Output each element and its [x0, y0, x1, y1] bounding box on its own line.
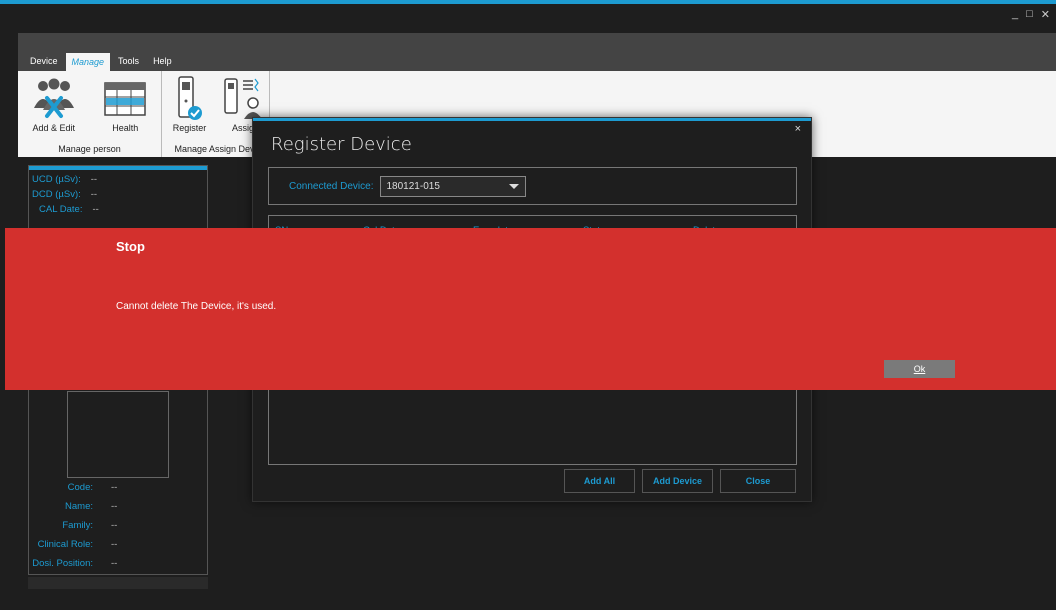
tab-manage[interactable]: Manage: [65, 53, 111, 71]
maximize-button[interactable]: □: [1026, 8, 1033, 21]
detail-value: --: [111, 520, 118, 531]
connected-device-box: Connected Device: 180121-015: [268, 167, 797, 205]
person-details: Code: -- Name: -- Family: -- Clinical Ro…: [29, 478, 207, 573]
add-device-button[interactable]: Add Device: [642, 469, 713, 493]
info-value: --: [92, 204, 99, 215]
ok-label: Ok: [913, 364, 926, 374]
assign-label: Assig: [231, 123, 254, 133]
add-edit-button[interactable]: Add & Edit: [18, 71, 90, 144]
alert-title: Stop: [116, 239, 145, 254]
dialog-close-icon[interactable]: ×: [795, 123, 801, 135]
detail-row-family: Family: --: [29, 516, 207, 535]
connected-device-value: 180121-015: [386, 180, 440, 192]
window-controls: _ □ ✕: [1012, 8, 1050, 21]
panel-accent-bar: [29, 166, 207, 170]
detail-row-name: Name: --: [29, 497, 207, 516]
detail-row-clinical-role: Clinical Role: --: [29, 535, 207, 554]
info-key: CAL Date:: [39, 204, 83, 215]
info-row-dcd: DCD (µSv): --: [32, 189, 207, 200]
table-grid-icon: [103, 75, 147, 123]
detail-key: Clinical Role:: [37, 539, 93, 550]
ribbon-tabbar: Device Manage Tools Help: [18, 33, 1056, 71]
people-wrench-icon: [29, 75, 79, 123]
detail-key: Dosi. Position:: [32, 558, 93, 569]
dialog-title: Register Device: [271, 134, 412, 155]
detail-value: --: [111, 482, 118, 493]
info-row-cal-date: CAL Date: --: [32, 204, 207, 215]
connected-device-select[interactable]: 180121-015: [379, 175, 526, 197]
minimize-button[interactable]: _: [1012, 8, 1018, 21]
photo-frame: [67, 391, 169, 478]
chevron-down-icon: [508, 183, 519, 189]
add-edit-label: Add & Edit: [32, 123, 76, 133]
detail-key: Name:: [65, 501, 93, 512]
info-key: DCD (µSv):: [32, 189, 81, 200]
dialog-buttons: Add All Add Device Close: [564, 469, 796, 493]
device-check-icon: [175, 75, 205, 123]
detail-row-dosi-position: Dosi. Position: --: [29, 554, 207, 573]
alert-message: Cannot delete The Device, it's used.: [116, 301, 277, 312]
info-value: --: [90, 174, 98, 185]
error-alert-banner: Stop Cannot delete The Device, it's used…: [5, 228, 1056, 390]
panel-footer-strip: [28, 577, 208, 589]
register-button[interactable]: Register: [162, 71, 217, 144]
health-label: Health: [112, 123, 139, 133]
detail-value: --: [111, 501, 118, 512]
close-button[interactable]: Close: [720, 469, 796, 493]
detail-value: --: [111, 558, 118, 569]
detail-key: Code:: [67, 482, 93, 493]
group-manage-person: Add & Edit Health Manage person: [18, 71, 162, 157]
device-person-icon: [223, 75, 263, 123]
info-row-ucd: UCD (µSv): --: [32, 174, 207, 185]
ok-button[interactable]: Ok: [884, 360, 955, 378]
group-label-manage-person: Manage person: [58, 144, 121, 154]
top-accent-line: [0, 0, 1056, 4]
tab-tools[interactable]: Tools: [112, 53, 145, 69]
detail-value: --: [111, 539, 118, 550]
dialog-accent-bar: [253, 118, 811, 121]
health-button[interactable]: Health: [90, 71, 162, 144]
info-value: --: [90, 189, 98, 200]
register-label: Register: [172, 123, 207, 133]
close-window-button[interactable]: ✕: [1041, 8, 1050, 21]
info-key: UCD (µSv):: [32, 174, 81, 185]
tab-help[interactable]: Help: [147, 53, 178, 69]
detail-row-code: Code: --: [29, 478, 207, 497]
connected-device-label: Connected Device:: [289, 180, 374, 192]
detail-key: Family:: [62, 520, 93, 531]
add-all-button[interactable]: Add All: [564, 469, 635, 493]
tab-device[interactable]: Device: [24, 53, 64, 69]
